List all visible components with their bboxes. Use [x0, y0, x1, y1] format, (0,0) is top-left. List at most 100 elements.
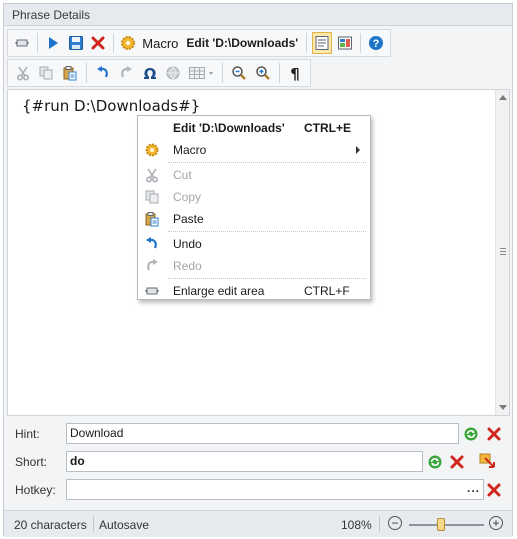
help-icon: ?	[368, 35, 384, 51]
zoom-in-icon	[255, 65, 271, 81]
menu-item-redo[interactable]: Redo	[138, 255, 370, 277]
hint-row: Hint: Download	[4, 422, 514, 448]
show-formatting-button[interactable]: ¶	[285, 62, 307, 84]
short-input[interactable]: do	[66, 451, 423, 472]
menu-separator	[168, 278, 366, 279]
text-view-icon	[314, 35, 330, 51]
hotkey-clear-button[interactable]	[484, 480, 504, 500]
menu-item-macro[interactable]: Macro	[138, 139, 370, 161]
play-icon	[45, 35, 61, 51]
hint-input[interactable]: Download	[66, 423, 459, 444]
phrase-details-panel: Phrase Details Macro Edit 'D:\Downloads'…	[3, 3, 514, 537]
refresh-icon	[463, 426, 479, 442]
copy-icon	[38, 65, 54, 81]
undo-icon	[144, 236, 160, 252]
designer-view-button[interactable]	[334, 32, 354, 54]
short-reset-button[interactable]	[425, 452, 445, 472]
macro-label[interactable]: Macro	[139, 36, 181, 51]
text-view-button[interactable]	[312, 32, 333, 54]
pilcrow-icon: ¶	[287, 65, 303, 81]
trigger-icon	[479, 453, 497, 471]
vertical-scrollbar[interactable]	[495, 90, 509, 415]
hint-reset-button[interactable]	[461, 424, 481, 444]
macro-button[interactable]	[119, 32, 137, 54]
hint-label: Hint:	[15, 427, 40, 441]
edit-toolbar: Ω ¶	[7, 59, 311, 87]
character-count: 20 characters	[14, 518, 87, 532]
menu-item-label: Macro	[173, 143, 207, 157]
main-toolbar: Macro Edit 'D:\Downloads' ?	[7, 29, 391, 57]
hotkey-input[interactable]: ...	[66, 479, 484, 500]
toolbar-separator	[359, 33, 361, 53]
svg-text:¶: ¶	[291, 65, 301, 81]
save-button[interactable]	[66, 32, 86, 54]
delete-icon	[449, 454, 465, 470]
enlarge-button[interactable]	[12, 32, 32, 54]
plus-icon: +	[492, 516, 500, 530]
scroll-down-icon[interactable]	[499, 405, 507, 410]
gear-icon	[144, 142, 160, 158]
paste-button[interactable]	[59, 62, 81, 84]
hint-clear-button[interactable]	[484, 424, 504, 444]
menu-item-label: Undo	[173, 237, 202, 251]
hotkey-browse-button[interactable]: ...	[467, 481, 480, 495]
zoom-in-button[interactable]	[252, 62, 274, 84]
enlarge-icon	[14, 35, 30, 51]
zoom-in-status-button[interactable]: +	[489, 516, 503, 530]
redo-icon	[118, 65, 134, 81]
menu-item-edit[interactable]: Edit 'D:\Downloads' CTRL+E	[138, 117, 370, 139]
menu-item-label: Copy	[173, 190, 202, 204]
insert-table-button[interactable]	[186, 62, 217, 84]
autosave-status[interactable]: Autosave	[99, 518, 149, 532]
short-clear-button[interactable]	[447, 452, 467, 472]
short-row: Short: do	[4, 450, 514, 476]
toolbar-separator	[306, 33, 308, 53]
menu-separator	[168, 231, 366, 232]
insert-link-button[interactable]	[162, 62, 184, 84]
insert-symbol-button[interactable]: Ω	[139, 62, 161, 84]
toolbar-separator	[37, 33, 39, 53]
copy-icon	[144, 189, 160, 205]
help-button[interactable]: ?	[366, 32, 386, 54]
short-trigger-button[interactable]	[478, 452, 498, 472]
status-bar: 20 characters Autosave 108% − +	[4, 510, 512, 537]
undo-button[interactable]	[92, 62, 114, 84]
minus-icon: −	[391, 516, 399, 530]
enlarge-icon	[144, 283, 160, 299]
menu-item-enlarge[interactable]: Enlarge edit area CTRL+F	[138, 280, 370, 302]
editor-content[interactable]: {#run D:\Downloads#}	[22, 97, 200, 115]
menu-item-label: Enlarge edit area	[173, 284, 265, 298]
menu-separator	[168, 162, 366, 163]
gear-icon	[120, 35, 136, 51]
panel-title: Phrase Details	[4, 4, 512, 26]
short-label: Short:	[15, 455, 48, 469]
copy-button[interactable]	[36, 62, 58, 84]
paste-icon	[62, 65, 78, 81]
scroll-up-icon[interactable]	[499, 95, 507, 100]
designer-view-icon	[337, 35, 353, 51]
menu-item-cut[interactable]: Cut	[138, 164, 370, 186]
delete-icon	[486, 426, 502, 442]
menu-item-copy[interactable]: Copy	[138, 186, 370, 208]
zoom-slider-thumb[interactable]	[437, 518, 446, 531]
redo-button[interactable]	[115, 62, 137, 84]
toolbar-separator	[278, 63, 280, 83]
menu-item-shortcut: CTRL+E	[304, 121, 352, 135]
edit-button[interactable]: Edit 'D:\Downloads'	[183, 36, 301, 50]
menu-item-undo[interactable]: Undo	[138, 233, 370, 255]
zoom-slider[interactable]	[409, 524, 484, 526]
cut-button[interactable]	[12, 62, 34, 84]
svg-text:?: ?	[372, 38, 379, 50]
paste-icon	[144, 211, 160, 227]
scroll-grip-icon[interactable]	[500, 248, 506, 255]
undo-icon	[95, 65, 111, 81]
delete-icon	[90, 35, 106, 51]
menu-item-paste[interactable]: Paste	[138, 208, 370, 230]
zoom-out-status-button[interactable]: −	[388, 516, 402, 530]
delete-button[interactable]	[88, 32, 108, 54]
cut-icon	[15, 65, 31, 81]
zoom-out-button[interactable]	[228, 62, 250, 84]
zoom-level: 108%	[341, 518, 372, 532]
menu-item-label: Paste	[173, 212, 204, 226]
run-button[interactable]	[43, 32, 63, 54]
